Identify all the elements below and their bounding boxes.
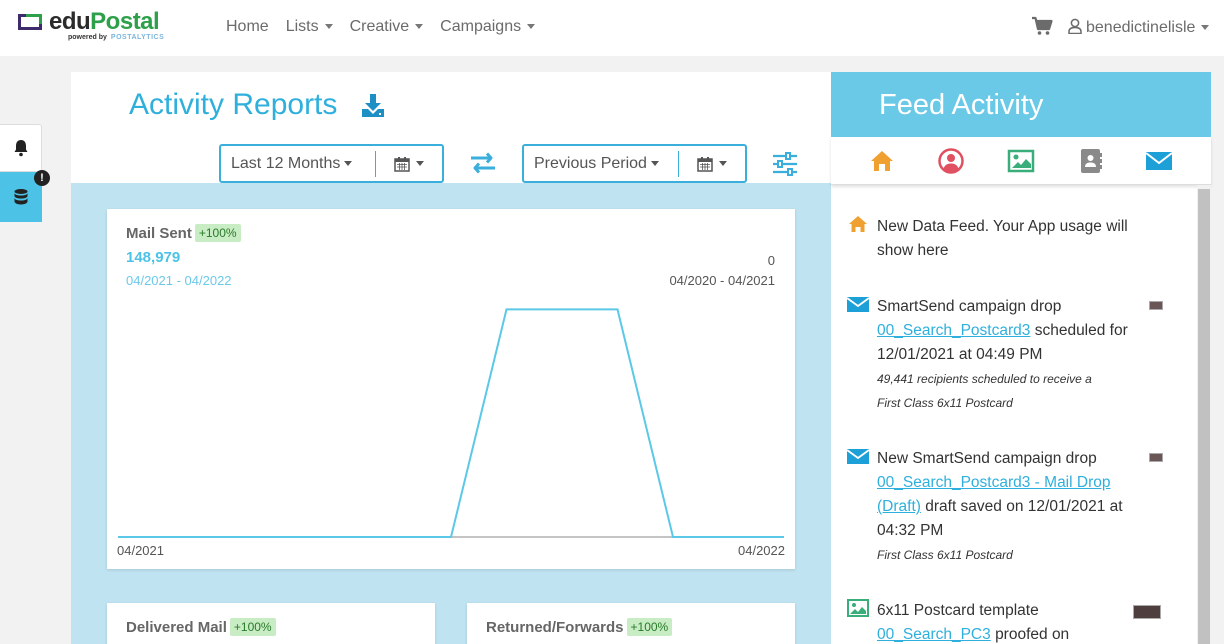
- date-range-primary-select[interactable]: Last 12 Months: [221, 155, 375, 173]
- feed-title: Feed Activity: [879, 89, 1044, 121]
- calendar-picker-primary[interactable]: [376, 156, 442, 172]
- logo-powered-by: powered by POSTALYTICS: [68, 34, 165, 41]
- feed-scrollbar-thumb[interactable]: [1198, 189, 1210, 644]
- mail-sent-title: Mail Sent +100%: [126, 224, 241, 242]
- home-icon[interactable]: [868, 148, 896, 174]
- x-axis-end-label: 04/2022: [738, 543, 785, 558]
- date-range-compare: Previous Period: [522, 144, 747, 183]
- swap-arrows-icon[interactable]: [469, 150, 497, 176]
- returned-forwards-card: Returned/Forwards +100%: [467, 603, 795, 644]
- image-icon: [847, 599, 869, 617]
- mail-sent-card: Mail Sent +100% 148,979 04/2021 - 04/2022…: [107, 209, 795, 569]
- username: benedictinelisle: [1086, 19, 1196, 36]
- feed-item-text: New Data Feed. Your App usage will show …: [877, 218, 1128, 259]
- calendar-icon: [697, 156, 713, 172]
- envelope-icon[interactable]: [1145, 148, 1173, 174]
- page-title: Activity Reports: [129, 88, 338, 121]
- sliders-icon[interactable]: [772, 151, 798, 177]
- top-navbar: eduPostal powered by POSTALYTICS Home Lis…: [0, 0, 1224, 56]
- logo-mark-icon: [18, 14, 42, 30]
- date-range-compare-select[interactable]: Previous Period: [524, 155, 678, 173]
- nav-home[interactable]: Home: [226, 18, 269, 36]
- database-icon: [14, 189, 28, 205]
- envelope-icon: [847, 449, 869, 464]
- logo-wordmark: eduPostal: [49, 8, 160, 35]
- home-icon: [849, 216, 867, 232]
- chevron-down-icon: [416, 161, 424, 166]
- feed-activity-panel: Feed Activity New Data Feed. Your App us…: [831, 72, 1211, 644]
- user-icon: [1068, 18, 1082, 34]
- delivered-mail-card: Delivered Mail +100%: [107, 603, 435, 644]
- returned-forwards-title: Returned/Forwards +100%: [486, 618, 673, 636]
- chevron-down-icon: [344, 160, 353, 166]
- user-circle-icon[interactable]: [937, 148, 965, 174]
- edupostal-logo[interactable]: eduPostal powered by POSTALYTICS: [16, 8, 186, 46]
- series-line-0: [118, 308, 784, 538]
- change-badge: +100%: [194, 224, 241, 242]
- mail-sent-line-chart: [118, 308, 784, 538]
- shopping-cart-icon[interactable]: [1031, 16, 1053, 36]
- feed-item-note: First Class 6x11 Postcard: [877, 396, 1013, 410]
- feed-item-text: 6x11 Postcard template 00_Search_PC3 pro…: [877, 602, 1070, 643]
- date-range-primary: Last 12 Months: [219, 144, 444, 183]
- user-menu[interactable]: benedictinelisle: [1068, 18, 1210, 37]
- contact-book-icon[interactable]: [1077, 148, 1105, 174]
- chevron-down-icon: [324, 24, 333, 30]
- bell-icon: [14, 140, 27, 157]
- campaign-link[interactable]: 00_Search_Postcard3: [877, 322, 1030, 339]
- nav-lists[interactable]: Lists: [286, 18, 333, 36]
- image-icon[interactable]: [1007, 148, 1035, 174]
- delivered-mail-title: Delivered Mail +100%: [126, 618, 276, 636]
- postcard-thumbnail[interactable]: [1149, 453, 1163, 462]
- main-nav: Home Lists Creative Campaigns: [226, 18, 552, 36]
- change-badge: +100%: [229, 618, 276, 636]
- feed-item-note: First Class 6x11 Postcard: [877, 548, 1013, 562]
- feed-item-note: 49,441 recipients scheduled to receive a: [877, 372, 1092, 386]
- calendar-picker-compare[interactable]: [679, 156, 745, 172]
- envelope-icon: [847, 297, 869, 312]
- feed-item-text: New SmartSend campaign drop 00_Search_Po…: [877, 447, 1147, 567]
- previous-value: 0: [767, 253, 775, 268]
- feed-item-text: SmartSend campaign drop 00_Search_Postca…: [877, 295, 1147, 415]
- chevron-down-icon: [650, 160, 659, 166]
- postcard-thumbnail[interactable]: [1149, 301, 1163, 310]
- chevron-down-icon: [719, 161, 727, 166]
- nav-creative[interactable]: Creative: [350, 18, 424, 36]
- activity-reports-panel: Activity Reports Last 12 Months Previous…: [71, 72, 831, 644]
- x-axis-start-label: 04/2021: [117, 543, 164, 558]
- change-badge: +100%: [626, 618, 673, 636]
- feed-filter-tabs: [831, 137, 1211, 185]
- download-icon[interactable]: [360, 92, 386, 118]
- chevron-down-icon: [415, 24, 424, 30]
- feed-header: Feed Activity: [831, 72, 1211, 137]
- mail-sent-value: 148,979: [126, 249, 181, 266]
- chevron-down-icon: [527, 24, 536, 30]
- charts-area: Mail Sent +100% 148,979 04/2021 - 04/2022…: [71, 183, 831, 644]
- notifications-toggle[interactable]: [0, 124, 42, 172]
- chevron-down-icon: [1201, 25, 1210, 31]
- nav-campaigns[interactable]: Campaigns: [440, 18, 536, 36]
- template-link[interactable]: 00_Search_PC3: [877, 626, 991, 643]
- alert-badge: !: [34, 170, 50, 186]
- calendar-icon: [394, 156, 410, 172]
- feed-list: New Data Feed. Your App usage will show …: [831, 185, 1211, 644]
- postcard-thumbnail[interactable]: [1133, 605, 1161, 619]
